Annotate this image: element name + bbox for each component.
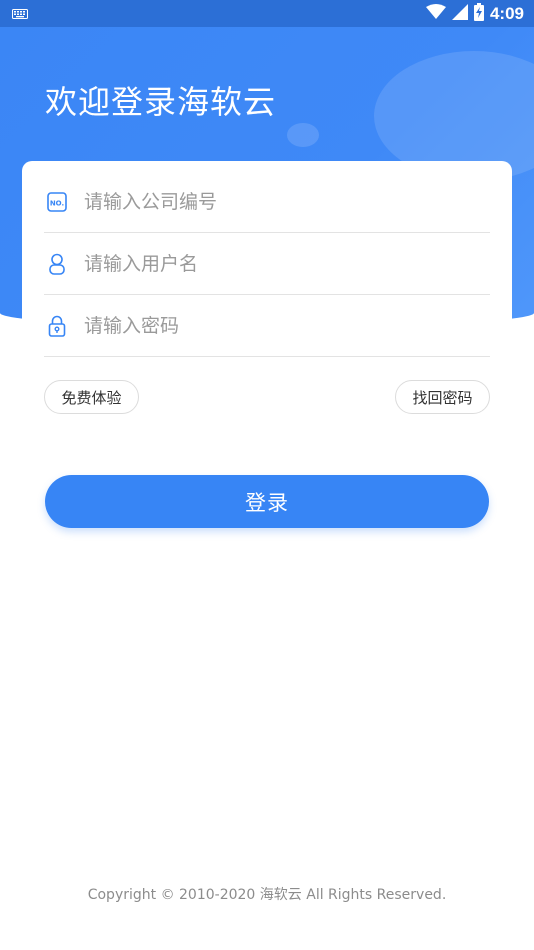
login-button[interactable]: 登录 [45, 475, 489, 528]
user-icon [46, 253, 68, 275]
free-trial-button[interactable]: 免费体验 [44, 380, 139, 414]
password-input[interactable] [84, 314, 464, 337]
welcome-title: 欢迎登录海软云 [45, 83, 277, 121]
forgot-password-button[interactable]: 找回密码 [395, 380, 490, 414]
company-code-field: NO. [44, 171, 490, 233]
battery-charging-icon [473, 2, 484, 25]
svg-text:NO.: NO. [50, 199, 64, 207]
lock-icon [46, 315, 68, 337]
keyboard-icon [12, 4, 28, 23]
status-time: 4:09 [489, 3, 524, 23]
username-field [44, 233, 490, 295]
company-code-input[interactable] [84, 190, 464, 213]
copyright-footer: Copyright © 2010-2020 海软云 All Rights Res… [87, 887, 447, 903]
wifi-icon [425, 3, 446, 24]
decorative-circle-small [287, 123, 319, 147]
status-bar: 4:09 [0, 0, 534, 27]
username-input[interactable] [84, 252, 464, 275]
login-card: NO. 免费体验 找回密码 [22, 161, 512, 441]
signal-icon [451, 3, 468, 24]
password-field [44, 295, 490, 357]
no-badge-icon: NO. [46, 191, 68, 213]
